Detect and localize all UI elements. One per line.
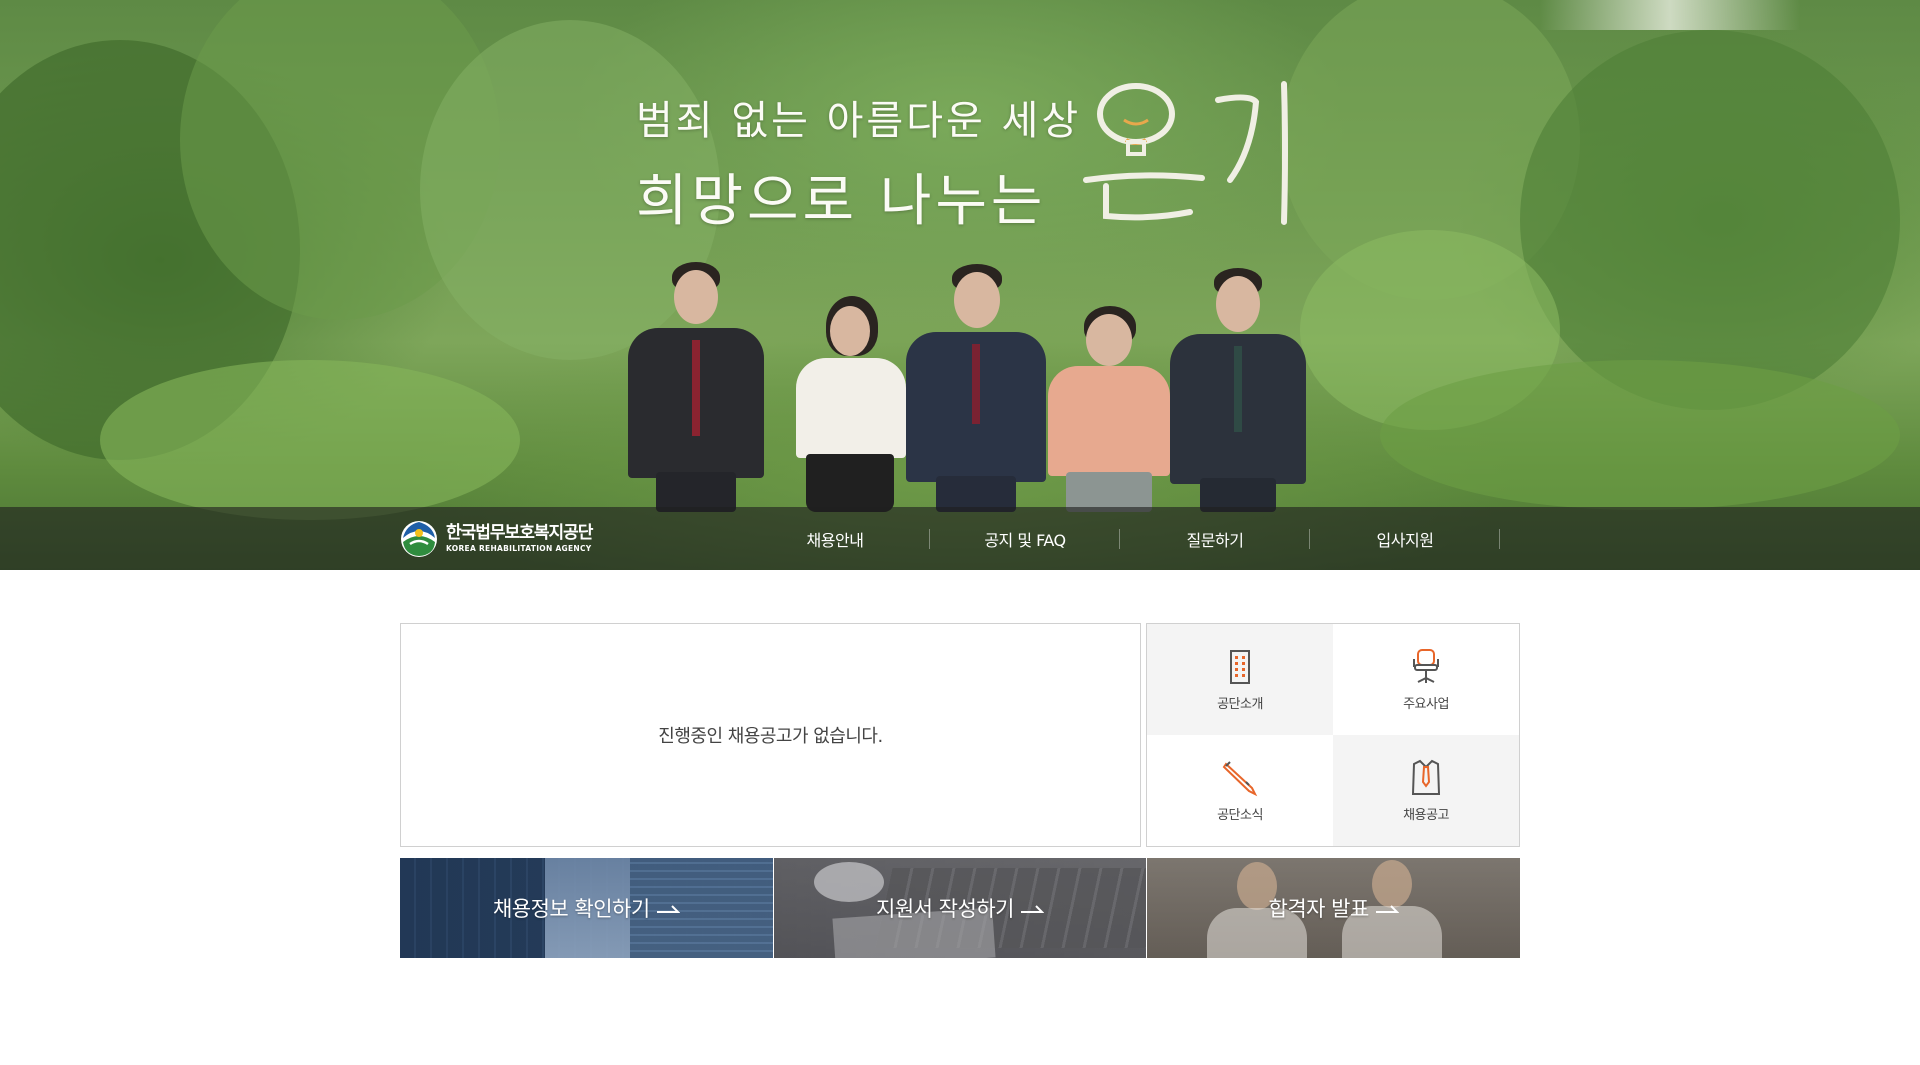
no-job-notice-message: 진행중인 채용공고가 없습니다. xyxy=(658,726,883,747)
logo-name-korean: 한국법무보호복지공단 xyxy=(446,523,593,544)
quick-link-label: 채용공고 xyxy=(1403,808,1449,823)
arrow-right-icon xyxy=(1020,905,1044,913)
quick-link-label: 주요사업 xyxy=(1403,697,1449,712)
banner-check-job-info[interactable]: 채용정보 확인하기 xyxy=(400,858,773,958)
person-figure xyxy=(1170,268,1306,512)
agency-emblem-icon xyxy=(401,521,437,557)
pen-icon xyxy=(1222,761,1258,797)
person-figure xyxy=(1048,306,1170,512)
action-banners: 채용정보 확인하기 지원서 작성하기 합격자 발표 xyxy=(400,858,1521,958)
arrow-right-icon xyxy=(656,905,680,913)
nav-menu: 채용안내 공지 및 FAQ 질문하기 입사지원 xyxy=(740,507,1500,570)
arrow-right-icon xyxy=(1375,905,1399,913)
quick-link-label: 공단소개 xyxy=(1217,697,1263,712)
slogan-highlight: 온기 xyxy=(1080,80,1300,230)
tree-decoration xyxy=(1520,30,1900,410)
nav-item-notice-faq[interactable]: 공지 및 FAQ xyxy=(930,507,1120,570)
banner-write-application[interactable]: 지원서 작성하기 xyxy=(773,858,1147,958)
person-figure xyxy=(792,296,910,512)
sky-patch xyxy=(1540,0,1800,30)
quick-link-agency-news[interactable]: 공단소식 xyxy=(1147,735,1333,846)
banner-label: 채용정보 확인하기 xyxy=(492,897,650,921)
tree-decoration xyxy=(1380,360,1900,510)
banner-bg-mouse xyxy=(813,862,884,902)
tree-decoration xyxy=(100,360,520,520)
quick-link-label: 공단소식 xyxy=(1217,808,1263,823)
banner-label: 지원서 작성하기 xyxy=(876,897,1014,921)
lightbulb-ongi-logotype xyxy=(1083,81,1288,225)
quick-link-main-business[interactable]: 주요사업 xyxy=(1333,624,1519,735)
quick-links-grid: 공단소개 주요사업 공단소식 채용공고 xyxy=(1146,623,1520,847)
person-figure xyxy=(906,264,1046,512)
banner-label: 합격자 발표 xyxy=(1268,897,1370,921)
nav-item-recruit-guide[interactable]: 채용안내 xyxy=(740,507,930,570)
agency-logo[interactable]: 한국법무보호복지공단 KOREA REHABILITATION AGENCY xyxy=(400,519,593,559)
quick-link-job-posting[interactable]: 채용공고 xyxy=(1333,735,1519,846)
hero-banner: 범죄 없는 아름다운 세상 희망으로 나누는 온기 xyxy=(0,0,1920,570)
person-figure xyxy=(628,262,764,512)
nav-item-ask-question[interactable]: 질문하기 xyxy=(1120,507,1310,570)
logo-name-english: KOREA REHABILITATION AGENCY xyxy=(446,544,592,554)
banner-pass-announcement[interactable]: 합격자 발표 xyxy=(1147,858,1521,958)
office-chair-icon xyxy=(1413,649,1439,683)
main-navbar: 한국법무보호복지공단 KOREA REHABILITATION AGENCY 채… xyxy=(0,507,1920,570)
building-icon xyxy=(1230,650,1250,684)
job-notice-panel: 진행중인 채용공고가 없습니다. xyxy=(400,623,1141,847)
quick-link-about-agency[interactable]: 공단소개 xyxy=(1147,624,1333,735)
nav-item-apply[interactable]: 입사지원 xyxy=(1310,507,1500,570)
shirt-tie-icon xyxy=(1411,759,1441,795)
